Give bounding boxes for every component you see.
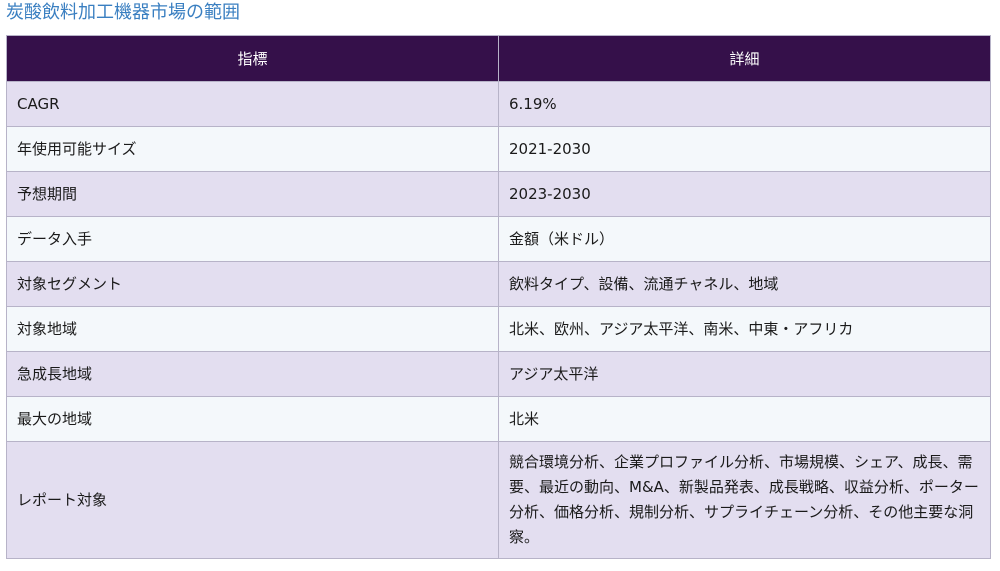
table-row: データ入手 金額（米ドル） [6, 216, 991, 262]
row-value: 北米 [498, 396, 991, 442]
header-metric: 指標 [6, 35, 499, 82]
row-label: 対象セグメント [6, 261, 499, 307]
table-header-row: 指標 詳細 [6, 35, 991, 82]
row-value: 競合環境分析、企業プロファイル分析、市場規模、シェア、成長、需要、最近の動向、M… [498, 441, 991, 559]
row-value: 北米、欧州、アジア太平洋、南米、中東・アフリカ [498, 306, 991, 352]
table-row: 急成長地域 アジア太平洋 [6, 351, 991, 397]
row-value: 金額（米ドル） [498, 216, 991, 262]
row-label: レポート対象 [6, 441, 499, 559]
row-label: 最大の地域 [6, 396, 499, 442]
row-label: 急成長地域 [6, 351, 499, 397]
row-value: 6.19% [498, 81, 991, 127]
table-row: CAGR 6.19% [6, 81, 991, 127]
row-label: 対象地域 [6, 306, 499, 352]
table-row: 対象地域 北米、欧州、アジア太平洋、南米、中東・アフリカ [6, 306, 991, 352]
table-row: 対象セグメント 飲料タイプ、設備、流通チャネル、地域 [6, 261, 991, 307]
table-row: 最大の地域 北米 [6, 396, 991, 442]
table-row: 年使用可能サイズ 2021-2030 [6, 126, 991, 172]
row-label: データ入手 [6, 216, 499, 262]
table-row: レポート対象 競合環境分析、企業プロファイル分析、市場規模、シェア、成長、需要、… [6, 441, 991, 559]
row-label: 年使用可能サイズ [6, 126, 499, 172]
row-value: 2023-2030 [498, 171, 991, 217]
market-scope-table: 指標 詳細 CAGR 6.19% 年使用可能サイズ 2021-2030 予想期間… [6, 35, 991, 559]
row-label: CAGR [6, 81, 499, 127]
row-value: アジア太平洋 [498, 351, 991, 397]
row-value: 2021-2030 [498, 126, 991, 172]
page-title: 炭酸飲料加工機器市場の範囲 [6, 2, 240, 23]
row-label: 予想期間 [6, 171, 499, 217]
table-row: 予想期間 2023-2030 [6, 171, 991, 217]
header-details: 詳細 [498, 35, 991, 82]
row-value: 飲料タイプ、設備、流通チャネル、地域 [498, 261, 991, 307]
